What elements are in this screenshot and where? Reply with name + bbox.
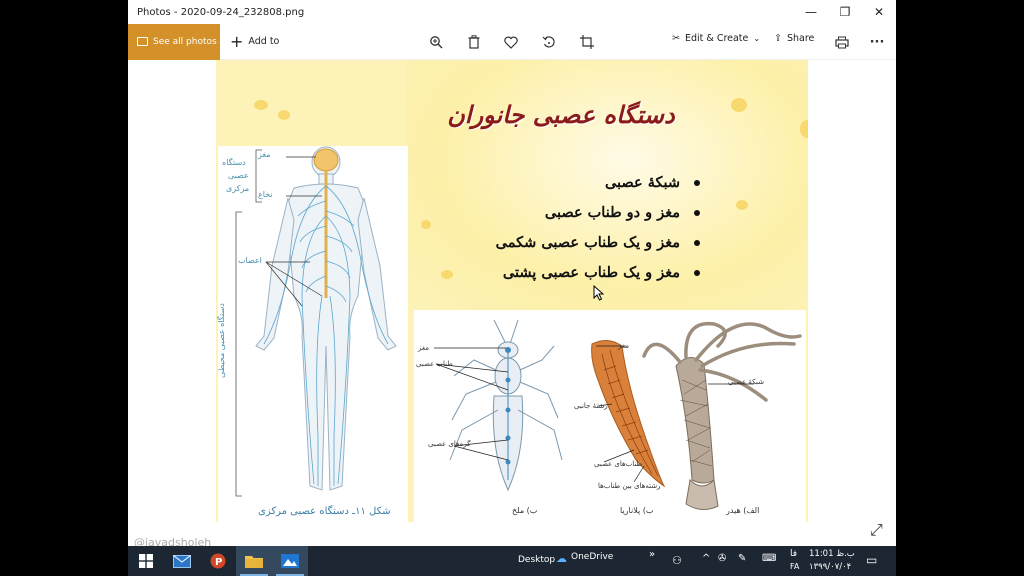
zoom-icon[interactable] [425,31,447,53]
label-nerve-net: شبکهٔ عصبی [728,378,765,386]
human-nervous-system-figure: مغز دستگاه عصبی مرکزی نخاع اعصاب دستگاه … [216,146,408,522]
taskbar: P Desktop ☁ OneDrive » ⚇ ^ ✇ ✎ ⌨ فا FA ب… [128,546,896,576]
label-brain-planaria: مغز [618,342,629,350]
decor-blob [441,270,453,279]
add-to-label: Add to [248,36,280,47]
slide-title: دستگاه عصبی جانوران [447,100,675,129]
clock-time[interactable]: ب.ظ 11:01 [809,549,855,559]
favorite-icon[interactable] [500,31,522,53]
label-ganglia: گره‌های عصبی [428,440,471,448]
start-button[interactable] [128,546,164,576]
label-brain: مغز [258,150,271,159]
bullet-item: شبکهٔ عصبی [506,168,706,198]
label-cord-grasshopper: طناب عصبی [416,360,453,368]
label-cns-3: مرکزی [226,184,250,193]
language-indicator-2[interactable]: FA [790,562,799,571]
toolbar-chevron[interactable]: » [649,549,655,560]
edit-create-button[interactable]: ✂ Edit & Create ⌄ [672,33,760,44]
bullet-item: مغز و یک طناب عصبی شکمی [496,228,706,258]
more-options-button[interactable]: ··· [866,31,888,53]
photos-window: Photos - 2020-09-24_232808.png — ❐ ✕ See… [128,0,896,546]
mail-icon [173,554,191,568]
label-cns-2: عصبی [228,171,249,180]
decor-blob [731,98,747,112]
onedrive-icon: ☁ [556,552,567,565]
edit-icon: ✂ [672,33,680,44]
print-icon[interactable] [831,31,853,53]
powerpoint-icon: P [210,553,226,569]
svg-text:P: P [215,557,222,568]
plus-icon: + [230,31,244,51]
label-pns: دستگاه عصبی محیطی [216,303,226,378]
label-spinal-cord: نخاع [258,190,273,199]
label-lateral-nerve: رشتهٔ جانبی [574,402,608,410]
hydra-drawing [642,321,802,510]
label-nerves: اعصاب [238,256,262,265]
windows-icon [139,554,153,568]
folder-icon [245,556,263,568]
label-planaria: ب) پلاناریا [620,506,654,515]
share-icon: ⇪ [774,33,782,44]
label-connectives: رشته‌های بین طناب‌ها [598,482,661,490]
close-button[interactable]: ✕ [862,0,896,24]
label-cns-1: دستگاه [222,158,246,167]
language-indicator-1[interactable]: فا [790,549,797,559]
see-all-label: See all photos [153,36,217,47]
chevron-down-icon: ⌄ [753,34,761,43]
decor-blob [736,200,748,210]
rotate-icon[interactable] [538,31,560,53]
keyboard-icon[interactable]: ⌨ [762,553,776,564]
share-label: Share [786,33,815,44]
photos-app-icon [281,554,299,568]
taskbar-file-explorer[interactable] [236,546,272,576]
decor-blob [278,110,290,120]
taskbar-powerpoint[interactable]: P [200,546,236,576]
see-all-photos-button[interactable]: See all photos [128,23,220,60]
animal-nervous-systems-figure: مغز طناب عصبی گره‌های عصبی مغز رشتهٔ جان… [414,310,806,522]
label-grasshopper: ب) ملخ [512,506,538,515]
label-cords-planaria: طناب‌های عصبی [594,460,643,468]
people-icon[interactable]: ⚇ [672,554,682,567]
chevron-up-icon[interactable]: ^ [702,553,710,564]
human-body-illustration [235,146,397,497]
label-hydra: الف) هیدر [726,506,760,515]
notification-icon[interactable]: ▭ [866,553,877,567]
onedrive-label[interactable]: OneDrive [571,552,613,562]
minimize-button[interactable]: — [794,0,828,24]
label-brain-grasshopper: مغز [418,344,429,352]
maximize-button[interactable]: ❐ [828,0,862,24]
share-button[interactable]: ⇪ Share [774,33,814,44]
bullet-list: شبکهٔ عصبی مغز و دو طناب عصبی مغز و یک ط… [496,168,706,288]
decor-blob [800,120,808,138]
fullscreen-icon[interactable]: ⤢ [870,520,883,540]
edit-create-label: Edit & Create [684,33,749,44]
taskbar-photos[interactable] [272,546,308,576]
slide-image: دستگاه عصبی جانوران شبکهٔ عصبی مغز و دو … [216,60,808,522]
mouse-cursor-icon [593,285,604,301]
decor-blob [421,220,431,229]
title-bar: Photos - 2020-09-24_232808.png — ❐ ✕ [128,0,896,24]
window-title: Photos - 2020-09-24_232808.png [137,6,305,18]
add-to-button[interactable]: + Add to [230,31,280,51]
decor-blob [254,100,268,110]
figure-caption: شکل ۱۱ـ دستگاه عصبی مرکزی [258,506,391,517]
animal-illustrations [434,319,802,510]
network-icon[interactable]: ✇ [718,553,726,564]
bullet-item: مغز و دو طناب عصبی [506,198,706,228]
pen-icon[interactable]: ✎ [738,553,746,564]
crop-icon[interactable] [576,31,598,53]
bullet-item: مغز و یک طناب عصبی پشتی [503,258,706,288]
photos-icon [137,37,148,46]
grasshopper-drawing [449,319,563,492]
taskbar-mail[interactable] [164,546,200,576]
clock-date[interactable]: ۱۳۹۹/۰۷/۰۴ [809,562,851,572]
desktop-toolbar[interactable]: Desktop [518,555,555,565]
delete-icon[interactable] [463,31,485,53]
